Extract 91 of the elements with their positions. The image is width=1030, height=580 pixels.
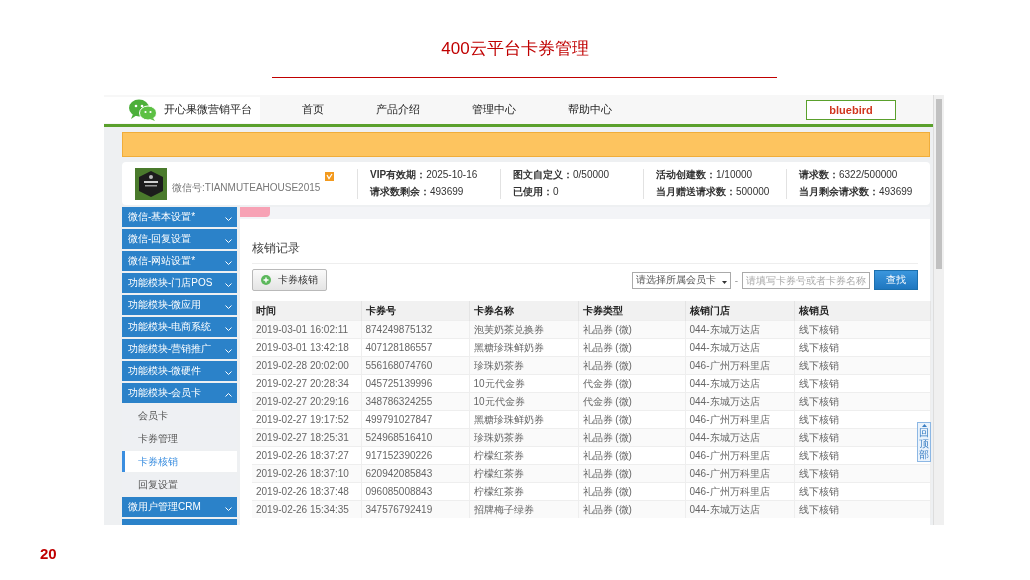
menu-item[interactable]: 功能模块-微硬件 xyxy=(122,361,237,381)
table-cell: 044-东城万达店 xyxy=(685,500,794,518)
nav-link[interactable]: 管理中心 xyxy=(472,102,516,117)
chevron-down-icon xyxy=(225,216,232,221)
menu-item[interactable]: 微信-网站设置* xyxy=(122,251,237,271)
account-stat: 请求数：6322/500000 xyxy=(799,168,899,182)
slide-title: 400云平台卡券管理 xyxy=(441,38,589,60)
table-cell: 2019-02-27 20:29:16 xyxy=(252,392,361,411)
redeem-button[interactable]: 卡券核销 xyxy=(252,269,327,291)
column-header: 卡券号 xyxy=(361,301,469,321)
menu-item[interactable]: 功能模块-电商系统 xyxy=(122,317,237,337)
verified-badge-icon xyxy=(325,171,335,181)
column-header: 时间 xyxy=(252,301,361,321)
menu-item[interactable]: 功能模块-微应用 xyxy=(122,295,237,315)
chevron-down-icon xyxy=(225,506,232,511)
user-button[interactable]: bluebird xyxy=(806,99,896,120)
table-cell: 044-东城万达店 xyxy=(685,392,794,411)
card-select[interactable]: 请选择所属会员卡 xyxy=(631,271,731,289)
menu-item[interactable]: 微信-回复设置 xyxy=(122,229,237,249)
nav-link[interactable]: 产品介绍 xyxy=(376,102,420,117)
chevron-down-icon xyxy=(225,370,232,375)
column-header: 卡券名称 xyxy=(469,301,578,321)
table-cell: 2019-02-28 20:02:00 xyxy=(252,356,361,375)
column-header: 核销员 xyxy=(794,301,930,321)
table-cell: 线下核销 xyxy=(794,500,930,518)
table-cell: 044-东城万达店 xyxy=(685,428,794,447)
table-cell: 347576792419 xyxy=(361,500,469,518)
account-stat: 请求数剩余：493699 xyxy=(370,185,465,199)
chevron-down-icon xyxy=(225,304,232,309)
table-cell: 2019-02-26 18:37:10 xyxy=(252,464,361,483)
chevron-up-icon xyxy=(225,392,232,397)
table-cell: 礼品券 (微) xyxy=(578,320,685,339)
menu-item[interactable]: 功能模块-营销推广 xyxy=(122,339,237,359)
plus-circle-icon xyxy=(261,275,271,285)
wechat-id: 微信号:TIANMUTEAHOUSE2015 xyxy=(172,180,321,195)
search-button[interactable]: 查找 xyxy=(874,270,918,290)
table-cell: 874249875132 xyxy=(361,320,469,339)
page-number: 20 xyxy=(40,545,57,562)
section-title: 核销记录 xyxy=(252,219,918,264)
account-stat: 当月剩余请求数：493699 xyxy=(799,185,914,199)
table-cell: 2019-02-26 15:34:35 xyxy=(252,500,361,518)
table-cell: 线下核销 xyxy=(794,464,930,483)
table-cell: 珍珠奶茶券 xyxy=(469,428,578,447)
chevron-down-icon xyxy=(225,348,232,353)
table-cell: 珍珠奶茶券 xyxy=(469,356,578,375)
search-field[interactable]: 请填写卡券号或者卡券名称 xyxy=(742,271,870,289)
menu-item[interactable]: 微用户管理CRM xyxy=(122,497,237,517)
table-cell: 620942085843 xyxy=(361,464,469,483)
chevron-down-icon xyxy=(225,282,232,287)
dropdown-arrow-icon xyxy=(721,280,727,284)
table-cell: 柠檬红茶券 xyxy=(469,464,578,483)
table-cell: 556168074760 xyxy=(361,356,469,375)
table-cell: 线下核销 xyxy=(794,320,930,339)
table-cell: 礼品券 (微) xyxy=(578,428,685,447)
menu-item[interactable]: 功能模块-门店POS xyxy=(122,273,237,293)
table-cell: 礼品券 (微) xyxy=(578,356,685,375)
table-cell: 礼品券 (微) xyxy=(578,464,685,483)
submenu-item[interactable]: 卡券核销 xyxy=(122,451,237,472)
up-arrow-icon xyxy=(921,424,927,427)
brand-name: 开心果微营销平台 xyxy=(164,102,252,117)
account-stat: 活动创建数：1/10000 xyxy=(656,168,754,182)
account-stat: VIP有效期：2025-10-16 xyxy=(370,168,479,182)
table-cell: 礼品券 (微) xyxy=(578,500,685,518)
back-to-top-button[interactable]: 回顶部 xyxy=(917,422,931,462)
column-header: 卡券类型 xyxy=(578,301,685,321)
table-cell: 代金券 (微) xyxy=(578,392,685,411)
table-cell: 泡芙奶茶兑换券 xyxy=(469,320,578,339)
nav-link[interactable]: 首页 xyxy=(302,102,324,117)
account-stat: 当月赠送请求数：500000 xyxy=(656,185,771,199)
table-cell: 10元代金券 xyxy=(469,392,578,411)
table-cell: 046-广州万科里店 xyxy=(685,464,794,483)
nav-link[interactable]: 帮助中心 xyxy=(568,102,612,117)
table-cell: 2019-02-27 18:25:31 xyxy=(252,428,361,447)
table-cell: 招牌梅子绿券 xyxy=(469,500,578,518)
tab-marker[interactable] xyxy=(240,207,270,217)
table-cell: 线下核销 xyxy=(794,356,930,375)
column-header: 核销门店 xyxy=(685,301,794,321)
separator-dash: - xyxy=(734,274,738,286)
account-stat: 已使用：0 xyxy=(513,185,560,199)
menu-item[interactable]: 微信-基本设置* xyxy=(122,207,237,227)
table-cell: 524968516410 xyxy=(361,428,469,447)
account-stat: 图文自定义：0/50000 xyxy=(513,168,611,182)
table-cell: 348786324255 xyxy=(361,392,469,411)
table-cell: 2019-03-01 16:02:11 xyxy=(252,320,361,339)
menu-item[interactable]: 功能模块-会员卡 xyxy=(122,383,237,403)
table-cell: 044-东城万达店 xyxy=(685,320,794,339)
table-cell: 046-广州万科里店 xyxy=(685,356,794,375)
chevron-down-icon xyxy=(225,238,232,243)
chevron-down-icon xyxy=(225,326,232,331)
chevron-down-icon xyxy=(225,260,232,265)
table-cell: 线下核销 xyxy=(794,392,930,411)
